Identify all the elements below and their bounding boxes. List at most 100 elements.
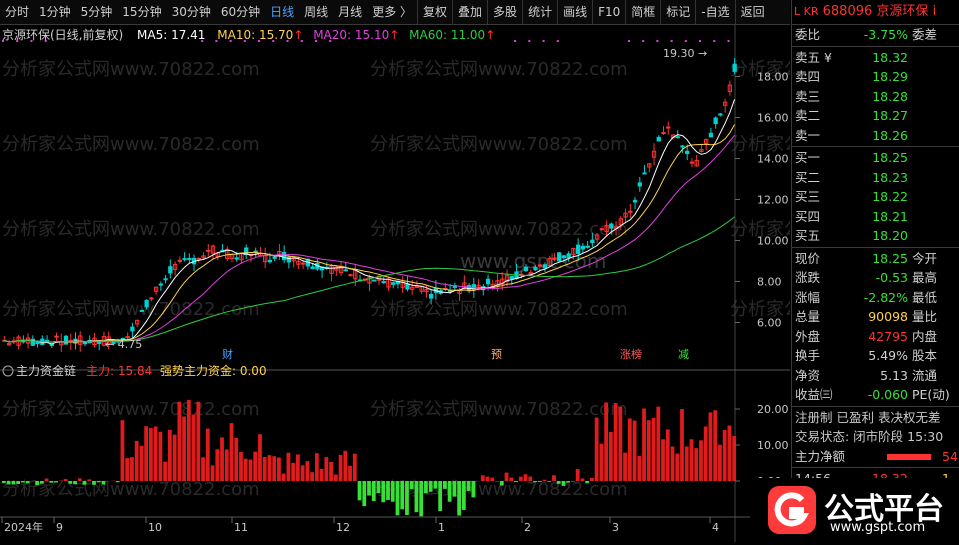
y-label: 6.00 [757, 317, 782, 330]
flow-bar [599, 444, 603, 481]
tool-5[interactable]: F10 [592, 0, 625, 24]
bids-row: 买三18.22 [792, 187, 959, 207]
flow-bar [415, 481, 419, 512]
tool-3[interactable]: 统计 [522, 0, 557, 24]
candle-body [373, 280, 376, 281]
flow-bar [486, 477, 490, 481]
flow-bar [400, 481, 404, 509]
candle-body [145, 300, 148, 306]
info-icon[interactable]: i [933, 4, 937, 19]
low-annotation: ← 4.75 [105, 338, 142, 351]
period-6[interactable]: 日线 [265, 0, 299, 24]
net-flow-label: 主力净额 [795, 447, 845, 467]
flow-bar [656, 407, 660, 481]
period-1[interactable]: 1分钟 [34, 0, 76, 24]
bids-value: 18.21 [840, 207, 908, 227]
flow-bar [467, 481, 471, 491]
candle-body [558, 253, 561, 261]
flow-bar [116, 481, 120, 482]
flow-bar [391, 481, 395, 502]
tool-7[interactable]: 标记 [660, 0, 695, 24]
flow-bar [49, 481, 53, 483]
stats-row: 总量90098量比 [792, 307, 959, 327]
candle-body [667, 127, 670, 128]
asks-label: 卖三 [795, 87, 820, 107]
flow-bar [652, 418, 656, 481]
stats-row: 净资5.13流通 [792, 366, 959, 386]
chart-area[interactable]: 分析家公式网www.70822.com分析家公式网www.70822.com分析… [0, 25, 790, 542]
flow-bar [211, 465, 215, 481]
stats-value: -2.82% [840, 288, 908, 308]
tool-9[interactable]: 返回 [735, 0, 770, 24]
tool-4[interactable]: 画线 [557, 0, 592, 24]
tool-0[interactable]: 复权 [417, 0, 452, 24]
flow-bar [263, 457, 267, 481]
stats-value: 5.49% [840, 346, 908, 366]
flow-bar [609, 432, 613, 481]
candle-body [254, 251, 257, 252]
flow-bar [434, 481, 438, 489]
flow-bar [490, 478, 494, 481]
period-9[interactable]: 更多 〉 [367, 0, 417, 24]
period-2[interactable]: 5分钟 [76, 0, 118, 24]
flow-bar [566, 481, 570, 483]
period-4[interactable]: 30分钟 [167, 0, 216, 24]
flow-bar [505, 473, 509, 481]
stats-value: 90098 [840, 307, 908, 327]
flow-bar [87, 479, 91, 481]
flow-bar [149, 428, 153, 481]
candle-body [733, 64, 736, 71]
tool-6[interactable]: 简框 [625, 0, 660, 24]
stats-right-label: 流通 [912, 366, 937, 386]
event-tag: 财 [222, 347, 233, 361]
kline-chart[interactable]: 分析家公式网www.70822.com分析家公式网www.70822.com分析… [0, 25, 790, 542]
flow-bar [462, 481, 466, 510]
bids-value: 18.23 [840, 168, 908, 188]
stats-row: 现价18.25今开 [792, 249, 959, 269]
quote-panel: L KR 688096 京源环保 i 委比 -3.75% 委差 卖五 ¥18.3… [791, 0, 959, 542]
stock-label: 京源环保(日线,前复权) [2, 28, 123, 42]
ma-legend: 京源环保(日线,前复权) MA5: 17.41 MA10: 15.70↑ MA2… [2, 26, 495, 43]
watermark: 分析家公式网www.70822.com [2, 399, 260, 420]
event-tag: 涨榜 [620, 347, 642, 361]
watermark: 分析家公式网www.70822.com [2, 59, 260, 80]
stats-right-label: 内盘 [912, 327, 937, 347]
candle-body [406, 284, 409, 289]
flow-bar [452, 481, 456, 497]
flow-bar [552, 475, 556, 481]
period-3[interactable]: 15分钟 [117, 0, 166, 24]
flow-bar [571, 481, 575, 482]
collapse-icon [3, 366, 13, 376]
flow-bar [471, 481, 475, 497]
tool-8[interactable]: -自选 [695, 0, 734, 24]
strong-force-label: 强势主力资金: 0.00 [160, 363, 267, 378]
y-label: 8.00 [757, 276, 782, 289]
flow-bar [73, 481, 77, 484]
period-7[interactable]: 周线 [299, 0, 333, 24]
candle-body [576, 245, 579, 253]
x-label: 10 [148, 521, 162, 534]
flow-bar [2, 481, 6, 483]
bids-value: 18.22 [840, 187, 908, 207]
period-8[interactable]: 月线 [333, 0, 367, 24]
asks-value: 18.28 [840, 87, 908, 107]
bids-row: 买二18.23 [792, 168, 959, 188]
candle-body [98, 342, 101, 343]
stats-label: 涨跌 [795, 268, 820, 288]
flow-bar [386, 481, 390, 500]
flow-bar [102, 481, 106, 484]
net-flow-value: 54 [942, 447, 958, 467]
bids-label: 买四 [795, 207, 820, 227]
candle-body [709, 133, 712, 137]
stats-row: 涨幅-2.82%最低 [792, 288, 959, 308]
asks-label: 卖二 [795, 106, 820, 126]
net-flow-row: 主力净额 54 [792, 447, 959, 467]
flow-bar [168, 430, 172, 481]
period-5[interactable]: 60分钟 [216, 0, 265, 24]
tool-1[interactable]: 叠加 [452, 0, 487, 24]
stock-header[interactable]: L KR 688096 京源环保 i [792, 0, 959, 25]
period-0[interactable]: 分时 [0, 0, 34, 24]
bids-label: 买五 [795, 226, 820, 246]
tool-2[interactable]: 多股 [487, 0, 522, 24]
bids-row: 买一18.25 [792, 148, 959, 168]
